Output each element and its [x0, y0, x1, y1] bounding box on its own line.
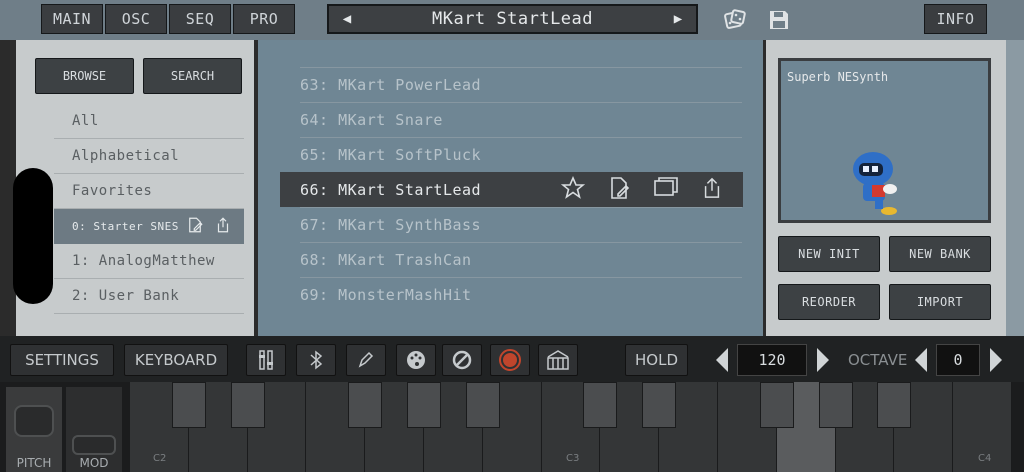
bank-item-all[interactable]: All	[54, 104, 244, 139]
reorder-button[interactable]: REORDER	[778, 284, 880, 320]
mod-label: MOD	[79, 456, 109, 470]
pitch-wheel[interactable]: PITCH	[6, 387, 62, 472]
new-init-button[interactable]: NEW INIT	[778, 236, 880, 272]
piano-icon[interactable]	[538, 344, 578, 376]
block-icon[interactable]	[442, 344, 482, 376]
right-edge	[1006, 40, 1024, 336]
black-key[interactable]	[759, 382, 794, 428]
black-key[interactable]	[818, 382, 853, 428]
edit-icon[interactable]	[607, 176, 631, 204]
info-button[interactable]: INFO	[924, 4, 987, 34]
black-key[interactable]	[583, 382, 618, 428]
tab-main[interactable]: MAIN	[41, 4, 103, 34]
new-bank-button[interactable]: NEW BANK	[889, 236, 991, 272]
next-preset-icon[interactable]: ▶	[670, 11, 686, 27]
octave-down-icon[interactable]	[915, 348, 927, 372]
list-item[interactable]: 67: MKart SynthBass	[300, 207, 742, 242]
black-key[interactable]	[230, 382, 265, 428]
dice-icon[interactable]	[722, 7, 748, 33]
save-icon[interactable]	[766, 7, 792, 33]
black-key[interactable]	[171, 382, 206, 428]
octave-value[interactable]: 0	[936, 344, 980, 376]
current-preset-name: MKart StartLead	[431, 9, 594, 29]
sliders-icon[interactable]	[246, 344, 286, 376]
share-icon[interactable]	[701, 176, 723, 204]
list-item[interactable]: 69: MonsterMashHit	[300, 277, 742, 312]
black-key[interactable]	[465, 382, 500, 428]
black-key[interactable]	[642, 382, 677, 428]
mod-wheel-knob	[72, 435, 116, 455]
key-label-c4: C4	[978, 453, 992, 464]
black-key[interactable]	[407, 382, 441, 428]
bank-item-alphabetical[interactable]: Alphabetical	[54, 139, 244, 174]
row-actions	[560, 172, 723, 207]
preset-selector: ◀ MKart StartLead ▶	[327, 4, 698, 34]
key-label-c2: C2	[153, 453, 167, 464]
octave-up-icon[interactable]	[990, 348, 1002, 372]
black-key[interactable]	[877, 382, 912, 428]
palette-icon[interactable]	[396, 344, 436, 376]
screen-title: Superb NESynth	[787, 70, 889, 84]
tempo-up-icon[interactable]	[817, 348, 829, 372]
top-bar: MAIN OSC SEQ PRO ◀ MKart StartLead ▶ INF…	[0, 0, 1024, 40]
tab-pro[interactable]: PRO	[233, 4, 295, 34]
pitch-label: PITCH	[16, 456, 52, 470]
star-icon[interactable]	[560, 175, 586, 204]
list-item[interactable]: 68: MKart TrashCan	[300, 242, 742, 277]
pencil-icon[interactable]	[346, 344, 386, 376]
bottom-toolbar: SETTINGS KEYBOARD HOLD 120 OCTAVE 0	[0, 336, 1024, 382]
robot-mascot-icon	[845, 147, 909, 223]
list-item[interactable]: 63: MKart PowerLead	[300, 67, 742, 102]
octave-label: OCTAVE	[848, 351, 908, 369]
share-icon[interactable]	[214, 216, 232, 237]
bluetooth-icon[interactable]	[296, 344, 336, 376]
pitch-wheel-knob	[14, 405, 54, 437]
side-handle	[13, 168, 53, 304]
search-button[interactable]: SEARCH	[143, 58, 242, 94]
browse-button[interactable]: BROWSE	[35, 58, 134, 94]
bank-item-label: 0: Starter SNES	[72, 220, 179, 233]
mod-wheel[interactable]: MOD	[66, 387, 122, 472]
key-label-c3: C3	[566, 453, 580, 464]
list-item[interactable]: 64: MKart Snare	[300, 102, 742, 137]
hold-button[interactable]: HOLD	[625, 344, 688, 376]
tab-seq[interactable]: SEQ	[169, 4, 231, 34]
duplicate-icon[interactable]	[653, 176, 679, 204]
black-key[interactable]	[348, 382, 383, 428]
bank-item-favorites[interactable]: Favorites	[54, 174, 244, 209]
record-icon[interactable]	[490, 344, 530, 376]
tab-osc[interactable]: OSC	[105, 4, 167, 34]
settings-button[interactable]: SETTINGS	[10, 344, 114, 376]
preview-screen: Superb NESynth	[778, 58, 991, 223]
keyboard-button[interactable]: KEYBOARD	[124, 344, 228, 376]
import-button[interactable]: IMPORT	[889, 284, 991, 320]
keyboard-area: PITCH MOD C2 C3 C4	[0, 382, 1024, 472]
info-panel: Superb NESynth NEW INIT NEW BANK REORDER…	[766, 40, 1006, 336]
preset-list: 63: MKart PowerLead 64: MKart Snare 65: …	[258, 40, 763, 336]
bank-item-analogmatthew[interactable]: 1: AnalogMatthew	[54, 244, 244, 279]
list-item-selected[interactable]: 66: MKart StartLead	[280, 172, 743, 207]
bank-item-starter-snes[interactable]: 0: Starter SNES	[54, 209, 244, 244]
prev-preset-icon[interactable]: ◀	[339, 11, 355, 27]
tempo-down-icon[interactable]	[716, 348, 728, 372]
edit-icon[interactable]	[186, 216, 204, 237]
tempo-value[interactable]: 120	[737, 344, 807, 376]
list-item[interactable]: 65: MKart SoftPluck	[300, 137, 742, 172]
preset-label: 66: MKart StartLead	[300, 180, 482, 199]
bank-item-user-bank[interactable]: 2: User Bank	[54, 279, 244, 314]
